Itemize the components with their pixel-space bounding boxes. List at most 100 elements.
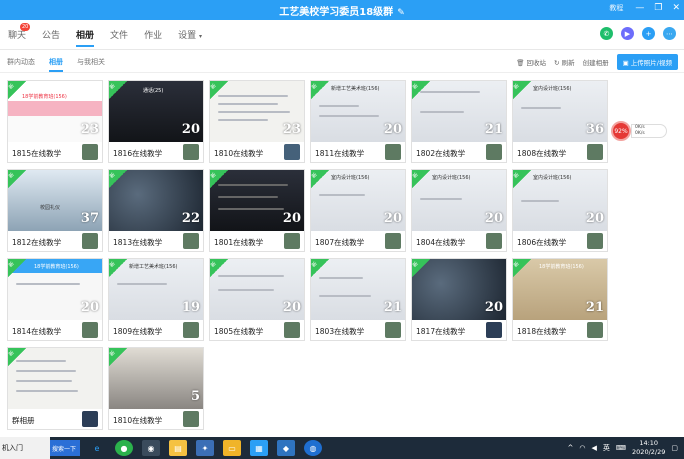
avatar	[284, 233, 300, 249]
album-card[interactable]: 18学前教育班(156) 新 23 1815在线教学	[7, 80, 103, 163]
wifi-icon[interactable]: ◠	[579, 444, 585, 452]
restore-icon[interactable]: ❐	[654, 3, 662, 13]
photo-count: 19	[181, 300, 200, 315]
chevron-up-icon[interactable]: ^	[568, 444, 574, 452]
taskbar-search-button[interactable]: 搜索一下	[50, 440, 80, 456]
browser-icon[interactable]: ◆	[277, 440, 295, 456]
album-card[interactable]: 新 5 1810在线教学	[108, 347, 204, 430]
upload-button[interactable]: ▣ 上传照片/视频	[616, 54, 678, 70]
avatar	[385, 144, 401, 160]
new-tag: 新	[412, 259, 430, 277]
ime-icon[interactable]: ⌨	[616, 444, 626, 452]
tab-settings[interactable]: 设置 ▾	[178, 28, 202, 41]
avatar	[587, 233, 603, 249]
trash-icon: 🗑	[516, 59, 525, 67]
avatar	[82, 144, 98, 160]
album-card[interactable]: 新 23 1810在线教学	[209, 80, 305, 163]
new-tag: 新	[412, 81, 430, 99]
tab-homework[interactable]: 作业	[144, 28, 162, 41]
album-name: 1814在线教学	[12, 327, 62, 336]
album-card[interactable]: 校园礼仪 新 37 1812在线教学	[7, 169, 103, 252]
album-card[interactable]: 18学前教育班(156) 新 20 1814在线教学	[7, 258, 103, 341]
album-name: 1806在线教学	[517, 238, 567, 247]
tutorial-link[interactable]: 教程	[609, 3, 623, 13]
new-tag: 新	[210, 170, 228, 188]
qq-icon[interactable]: ◉	[142, 440, 160, 456]
subtab-related[interactable]: 与我相关	[77, 57, 105, 67]
tab-album[interactable]: 相册	[76, 28, 95, 47]
tab-files[interactable]: 文件	[110, 28, 128, 41]
album-card[interactable]: 新增工艺美术班(156) 新 20 1811在线教学	[310, 80, 406, 163]
subtab-group-activity[interactable]: 群内动态	[7, 57, 35, 67]
tab-announcement[interactable]: 公告	[42, 28, 60, 41]
clock[interactable]: 14:10 2020/2/29	[632, 439, 665, 457]
new-tag: 新	[109, 81, 127, 99]
album-card[interactable]: 新 21 1802在线教学	[411, 80, 507, 163]
folder-icon[interactable]: ▭	[223, 440, 241, 456]
refresh-button[interactable]: ↻ 刷新	[554, 57, 575, 67]
language-indicator[interactable]: 英	[603, 443, 610, 453]
avatar	[587, 144, 603, 160]
album-card[interactable]: 新 20 1817在线教学	[411, 258, 507, 341]
photo-count: 20	[383, 122, 402, 137]
minimize-icon[interactable]: —	[635, 3, 644, 13]
create-album-button[interactable]: 创建相册	[583, 57, 609, 67]
title-bar: 工艺美校学习委员18级群 ✎ 教程 — ❐ ✕	[0, 0, 684, 20]
system-tray: ^ ◠ ◀ 英 ⌨ 14:10 2020/2/29 ▢	[568, 439, 678, 457]
album-card[interactable]: 室内设计班(156) 新 20 1807在线教学	[310, 169, 406, 252]
album-name: 1810在线教学	[113, 416, 163, 425]
album-name: 群相册	[12, 416, 35, 425]
photo-count: 20	[181, 122, 200, 137]
album-name: 1805在线教学	[214, 327, 264, 336]
album-card[interactable]: 新 21 1803在线教学	[310, 258, 406, 341]
network-speed-widget[interactable]: 92% 0K/s 0K/s	[611, 121, 667, 141]
album-name: 1815在线教学	[12, 149, 62, 158]
album-card[interactable]: 新 22 1813在线教学	[108, 169, 204, 252]
album-name: 1813在线教学	[113, 238, 163, 247]
album-name: 1816在线教学	[113, 149, 163, 158]
album-card[interactable]: 18学前教育班(156) 新 21 1818在线教学	[512, 258, 608, 341]
photo-count: 20	[484, 300, 503, 315]
photo-count: 20	[282, 300, 301, 315]
album-card[interactable]: 室内设计班(156) 新 36 1808在线教学	[512, 80, 608, 163]
edge-icon[interactable]: e	[88, 440, 106, 456]
wechat-icon[interactable]: ●	[115, 440, 133, 456]
notification-icon[interactable]: ▢	[671, 444, 678, 452]
main-tabs: 聊天 20 公告 相册 文件 作业 设置 ▾	[8, 23, 202, 47]
new-tag: 新	[8, 259, 26, 277]
subtab-album[interactable]: 相册	[49, 57, 63, 72]
notes-icon[interactable]: ▤	[169, 440, 187, 456]
photo-count: 36	[585, 122, 604, 137]
new-tag: 新	[311, 170, 329, 188]
phone-icon[interactable]: ✆	[600, 27, 613, 40]
tab-chat[interactable]: 聊天 20	[8, 23, 31, 41]
add-icon[interactable]: +	[642, 27, 655, 40]
avatar	[587, 322, 603, 338]
avatar	[82, 322, 98, 338]
taskbar-input[interactable]: 机入门	[0, 437, 50, 459]
album-name: 1807在线教学	[315, 238, 365, 247]
album-card[interactable]: 室内设计班(156) 新 20 1804在线教学	[411, 169, 507, 252]
unread-badge: 20	[20, 23, 31, 31]
album-name: 1812在线教学	[12, 238, 62, 247]
avatar	[284, 322, 300, 338]
photo-count: 21	[585, 300, 604, 315]
video-call-icon[interactable]: ▶	[621, 27, 634, 40]
store-icon[interactable]: ▦	[250, 440, 268, 456]
album-card[interactable]: 通话(25) 新 20 1816在线教学	[108, 80, 204, 163]
album-card[interactable]: 室内设计班(156) 新 20 1806在线教学	[512, 169, 608, 252]
close-icon[interactable]: ✕	[672, 3, 680, 13]
album-card[interactable]: 新 20 1801在线教学	[209, 169, 305, 252]
more-icon[interactable]: ⋯	[663, 27, 676, 40]
sub-tab-bar: 群内动态 相册 与我相关 🗑 回收站 ↻ 刷新 创建相册 ▣ 上传照片/视频	[0, 51, 684, 73]
album-card[interactable]: 新增工艺美术班(156) 新 19 1809在线教学	[108, 258, 204, 341]
pencil-icon[interactable]: ✎	[397, 8, 405, 18]
recycle-bin-button[interactable]: 🗑 回收站	[516, 57, 546, 67]
app-icon[interactable]: ✦	[196, 440, 214, 456]
media-icon[interactable]: ◍	[304, 440, 322, 456]
chevron-down-icon: ▾	[198, 33, 202, 40]
album-card[interactable]: 新 群相册	[7, 347, 103, 430]
volume-icon[interactable]: ◀	[592, 444, 597, 452]
album-card[interactable]: 新 20 1805在线教学	[209, 258, 305, 341]
new-tag: 新	[311, 259, 329, 277]
